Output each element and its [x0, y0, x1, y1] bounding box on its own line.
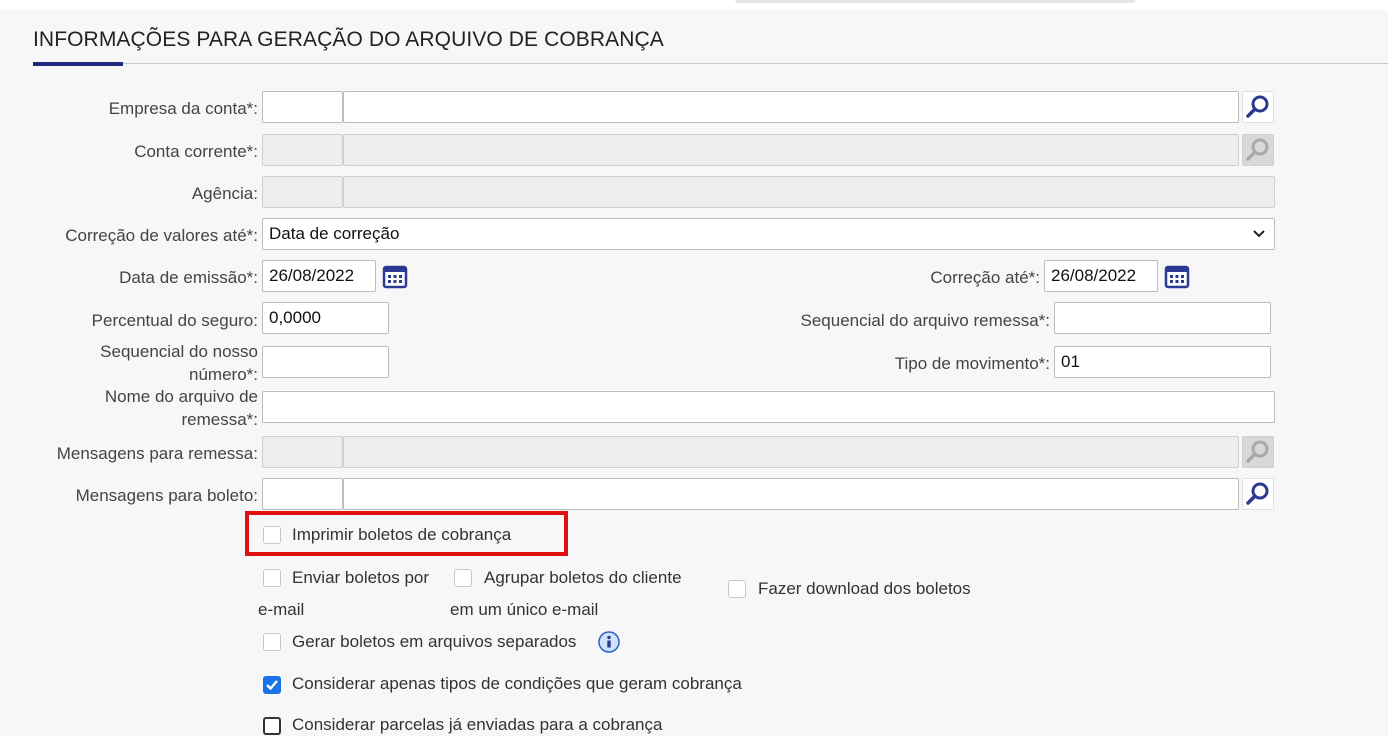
percentual-seguro-label: Percentual do seguro: — [91, 311, 258, 330]
nome-arquivo-label: Nome do arquivo de remessa*: — [105, 385, 258, 431]
mensagens-boleto-name-input[interactable] — [343, 478, 1239, 510]
agencia-code-input — [262, 176, 343, 208]
mensagens-remessa-label: Mensagens para remessa: — [56, 444, 258, 463]
conta-search-button — [1242, 134, 1274, 166]
sequencial-nosso-label: Sequencial do nosso número*: — [100, 340, 258, 386]
data-emissao-calendar-button[interactable] — [379, 260, 411, 292]
conta-name-input — [343, 134, 1239, 166]
conta-label: Conta corrente*: — [134, 142, 258, 161]
download-checkbox[interactable] — [728, 580, 746, 598]
section-accent-bar — [33, 62, 123, 66]
agencia-name-input — [343, 176, 1275, 208]
empresa-code-input[interactable] — [262, 91, 343, 123]
correcao-ate-label: Correção até*: — [930, 268, 1040, 287]
agencia-label: Agência: — [191, 184, 258, 203]
data-emissao-label: Data de emissão*: — [119, 268, 258, 287]
nome-arquivo-label-line2: remessa*: — [181, 410, 258, 429]
considerar-tipos-label: Considerar apenas tipos de condições que… — [292, 674, 742, 693]
empresa-name-input[interactable] — [343, 91, 1239, 123]
agrupar-label-line2: em um único e-mail — [450, 600, 599, 619]
mensagens-remessa-name-input — [343, 436, 1239, 468]
data-emissao-input[interactable]: 26/08/2022 — [262, 260, 376, 292]
correcao-valores-label: Correção de valores até*: — [65, 226, 258, 245]
info-icon[interactable] — [598, 631, 620, 653]
mensagens-boleto-code-input[interactable] — [262, 478, 343, 510]
sequencial-nosso-label-line1: Sequencial do nosso — [100, 342, 258, 361]
search-icon — [1246, 138, 1269, 161]
imprimir-label: Imprimir boletos de cobrança — [292, 525, 512, 544]
enviar-email-checkbox[interactable] — [263, 569, 281, 587]
imprimir-checkbox[interactable] — [263, 526, 281, 544]
correcao-valores-value: Data de correção — [269, 224, 400, 243]
mensagens-boleto-search-button[interactable] — [1242, 478, 1274, 510]
section-title: INFORMAÇÕES PARA GERAÇÃO DO ARQUIVO DE C… — [33, 28, 664, 51]
chevron-down-icon — [1252, 219, 1266, 249]
correcao-valores-select[interactable]: Data de correção — [262, 218, 1275, 250]
percentual-seguro-input[interactable]: 0,0000 — [262, 302, 389, 334]
search-icon — [1246, 95, 1269, 118]
mensagens-remessa-search-button — [1242, 436, 1274, 468]
sequencial-nosso-input[interactable] — [262, 346, 389, 378]
correcao-ate-calendar-button[interactable] — [1161, 260, 1193, 292]
download-label: Fazer download dos boletos — [758, 579, 971, 598]
enviar-email-label-line1: Enviar boletos por — [292, 568, 430, 587]
section-divider — [33, 63, 1388, 64]
agrupar-label-line1: Agrupar boletos do cliente — [484, 568, 682, 587]
mensagens-remessa-code-input — [262, 436, 343, 468]
sequencial-nosso-label-line2: número*: — [189, 365, 258, 384]
search-icon — [1246, 440, 1269, 463]
calendar-icon — [1164, 265, 1190, 289]
sequencial-remessa-label: Sequencial do arquivo remessa*: — [800, 311, 1050, 330]
tab-shadow — [735, 0, 1135, 3]
calendar-icon — [382, 265, 408, 289]
conta-code-input — [262, 134, 343, 166]
considerar-tipos-checkbox[interactable] — [263, 676, 281, 694]
tipo-movimento-label: Tipo de movimento*: — [894, 354, 1050, 373]
empresa-search-button[interactable] — [1242, 91, 1274, 123]
agrupar-checkbox[interactable] — [454, 569, 472, 587]
separados-label: Gerar boletos em arquivos separados — [292, 632, 577, 651]
checkmark-icon — [266, 680, 278, 691]
correcao-ate-input[interactable]: 26/08/2022 — [1044, 260, 1158, 292]
top-bar — [0, 0, 1388, 10]
considerar-parcelas-checkbox[interactable] — [263, 717, 281, 735]
sequencial-remessa-input[interactable] — [1054, 302, 1271, 334]
enviar-email-label-line2: e-mail — [258, 600, 305, 619]
nome-arquivo-input[interactable] — [262, 391, 1275, 423]
empresa-label: Empresa da conta*: — [108, 99, 258, 118]
search-icon — [1246, 482, 1269, 505]
separados-checkbox[interactable] — [263, 633, 281, 651]
tipo-movimento-input[interactable]: 01 — [1054, 346, 1271, 378]
nome-arquivo-label-line1: Nome do arquivo de — [104, 387, 258, 406]
mensagens-boleto-label: Mensagens para boleto: — [75, 486, 258, 505]
